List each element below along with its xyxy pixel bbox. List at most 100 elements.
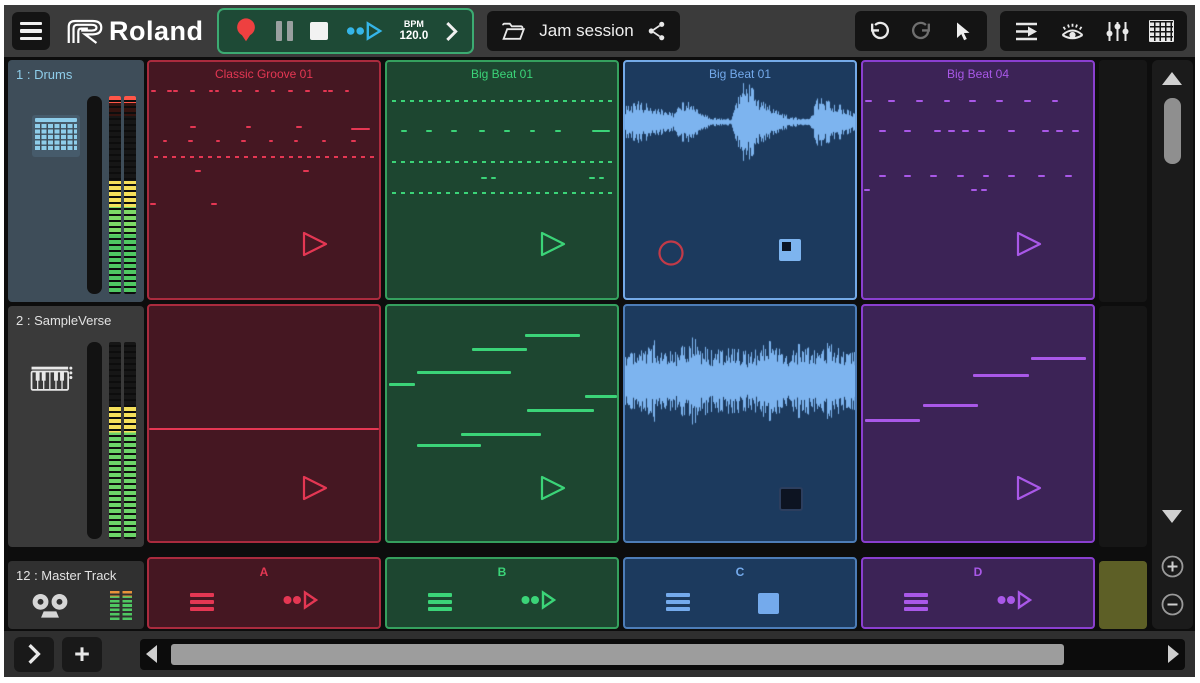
scene-menu-icon[interactable] — [666, 593, 690, 611]
play-button[interactable] — [345, 20, 383, 42]
scene-cell[interactable]: B — [385, 557, 619, 629]
empty-clip-slot[interactable] — [1099, 306, 1147, 548]
clip-play-icon[interactable] — [1013, 473, 1043, 508]
bpm-display[interactable]: BPM 120.0 — [400, 20, 429, 43]
pad-grid-button[interactable] — [1149, 20, 1174, 42]
scene-cell[interactable]: C — [623, 557, 857, 629]
clip-play-icon[interactable] — [537, 473, 567, 508]
clip-play-icon[interactable] — [299, 229, 329, 264]
midi-note-row — [154, 156, 375, 158]
scene-menu-icon[interactable] — [904, 593, 928, 611]
midi-note — [948, 130, 955, 132]
scene-label: C — [625, 565, 855, 579]
redo-button[interactable] — [910, 20, 933, 43]
visibility-button[interactable] — [1059, 20, 1086, 43]
clip-title: Big Beat 01 — [625, 67, 855, 81]
scene-menu-icon[interactable] — [190, 593, 214, 611]
scene-label: B — [387, 565, 617, 579]
clip-column: Classic Groove 01 A — [147, 60, 381, 629]
zoom-out-button[interactable] — [1161, 593, 1184, 616]
mixer-button[interactable] — [1105, 20, 1130, 43]
add-track-button[interactable]: + — [62, 637, 102, 672]
clip-stop-icon[interactable] — [779, 239, 801, 261]
midi-note — [241, 140, 246, 142]
midi-note — [888, 100, 895, 102]
scene-play-icon[interactable] — [520, 589, 556, 616]
midi-note — [865, 100, 872, 102]
scroll-down-button[interactable] — [1162, 510, 1182, 523]
clip-play-icon[interactable] — [537, 229, 567, 264]
arrange-view-button[interactable] — [1013, 20, 1040, 43]
stop-button[interactable] — [310, 22, 328, 40]
share-button[interactable] — [647, 20, 666, 42]
pause-button[interactable] — [276, 21, 293, 41]
clip-play-icon[interactable] — [299, 473, 329, 508]
vertical-scrollbar-thumb[interactable] — [1164, 98, 1181, 164]
volume-fader[interactable] — [87, 342, 102, 540]
clip-slot-row2[interactable] — [385, 304, 619, 544]
clip-slot-row1[interactable]: Classic Groove 01 — [147, 60, 381, 300]
clip-grid: Classic Groove 01 A Big Beat 01 B — [147, 60, 1147, 629]
volume-fader[interactable] — [87, 96, 102, 294]
midi-note — [589, 177, 595, 179]
midi-note — [323, 90, 328, 92]
midi-note — [904, 175, 911, 177]
expand-tracks-button[interactable] — [14, 637, 54, 672]
midi-note-row — [392, 161, 613, 163]
clip-title: Big Beat 01 — [387, 67, 617, 81]
pointer-tool-button[interactable] — [952, 20, 974, 43]
transport-expand-button[interactable] — [445, 21, 458, 42]
clip-slot-row1[interactable]: Big Beat 04 — [861, 60, 1095, 300]
scene-cell[interactable]: D — [861, 557, 1095, 629]
midi-note — [481, 177, 487, 179]
scene-cell-partial[interactable] — [1099, 561, 1147, 629]
record-arm-icon[interactable] — [657, 239, 685, 272]
view-tool-group — [1000, 11, 1187, 51]
horizontal-scroll-track[interactable] — [161, 644, 1164, 665]
midi-note — [1052, 100, 1059, 102]
zoom-in-button[interactable] — [1161, 555, 1184, 578]
midi-note — [209, 90, 214, 92]
midi-pattern — [387, 306, 617, 542]
midi-note — [491, 177, 497, 179]
edit-tool-group — [855, 11, 987, 51]
scene-cell[interactable]: A — [147, 557, 381, 629]
scene-play-icon[interactable] — [996, 589, 1032, 616]
drum-pads-icon — [32, 115, 80, 157]
clip-slot-row1[interactable]: Big Beat 01 — [385, 60, 619, 300]
track-header-sampleverse[interactable]: 2 : SampleVerse — [8, 306, 144, 548]
scene-stop-icon[interactable] — [758, 589, 779, 614]
project-name[interactable]: Jam session — [539, 21, 633, 41]
clip-slot-row1[interactable]: Big Beat 01 — [623, 60, 857, 300]
open-project-button[interactable] — [501, 22, 526, 41]
track-header-drums[interactable]: 1 : Drums — [8, 60, 144, 302]
scroll-left-button[interactable] — [146, 645, 157, 663]
clip-stop-icon[interactable] — [779, 487, 803, 511]
clip-column: Big Beat 04 D — [861, 60, 1095, 629]
empty-clip-slot[interactable] — [1099, 60, 1147, 302]
clip-slot-row2[interactable] — [623, 304, 857, 544]
record-button[interactable] — [233, 17, 259, 45]
master-track-header[interactable]: 12 : Master Track — [8, 561, 144, 629]
clip-slot-row2[interactable] — [147, 304, 381, 544]
clip-slot-row2[interactable] — [861, 304, 1095, 544]
horizontal-scrollbar-thumb[interactable] — [171, 644, 1064, 665]
midi-note — [934, 130, 941, 132]
track-label: 12 : Master Track — [16, 568, 116, 583]
track-label: 2 : SampleVerse — [16, 313, 111, 328]
scroll-right-button[interactable] — [1168, 645, 1179, 663]
clip-play-icon[interactable] — [1013, 229, 1043, 264]
undo-button[interactable] — [868, 20, 891, 43]
menu-button[interactable] — [12, 12, 50, 50]
midi-note — [417, 444, 481, 447]
midi-note — [962, 130, 969, 132]
vertical-scroll-rail — [1152, 60, 1193, 629]
midi-note — [879, 130, 886, 132]
midi-note — [957, 175, 964, 177]
scroll-up-button[interactable] — [1162, 72, 1182, 85]
scene-menu-icon[interactable] — [428, 593, 452, 611]
clip-column: Big Beat 01 C — [623, 60, 857, 629]
midi-note — [973, 374, 1028, 377]
midi-note — [246, 126, 252, 128]
scene-play-icon[interactable] — [282, 589, 318, 616]
